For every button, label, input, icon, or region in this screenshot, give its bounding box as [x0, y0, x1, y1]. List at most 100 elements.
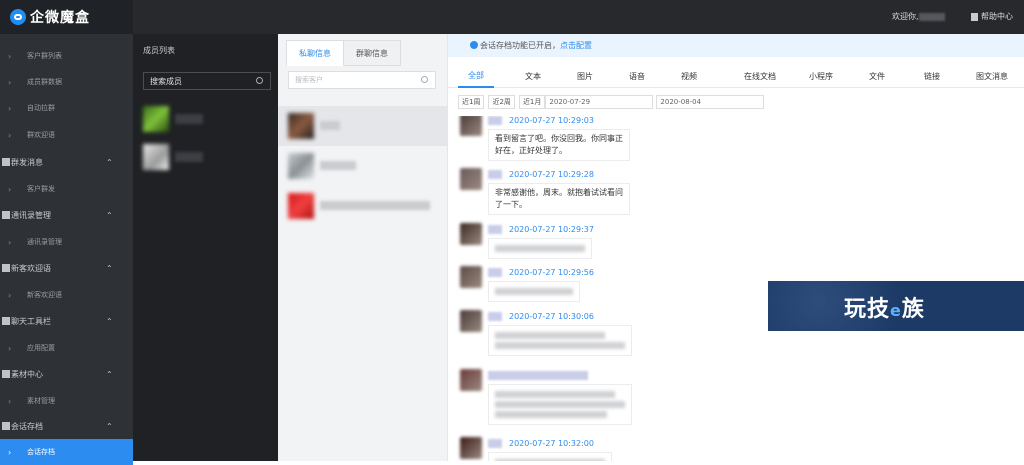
- tab-group-chat[interactable]: 群聊信息: [343, 40, 401, 66]
- brand[interactable]: 企微魔盒: [0, 0, 133, 34]
- watermark-text: 玩技e族: [844, 297, 925, 322]
- chat-name: [320, 121, 340, 130]
- customer-search-input[interactable]: 搜索客户: [288, 71, 436, 89]
- avatar: [460, 223, 482, 245]
- message-bubble: [488, 325, 632, 356]
- range-1-week-button[interactable]: 近1周: [458, 95, 485, 109]
- type-tab-4[interactable]: 视频: [670, 64, 708, 88]
- type-tab-2[interactable]: 图片: [566, 64, 604, 88]
- tab-private-chat[interactable]: 私聊信息: [286, 40, 344, 66]
- sidebar-group-10[interactable]: 聊天工具栏 ⌃: [0, 308, 133, 334]
- avatar: [460, 310, 482, 332]
- brand-name: 企微魔盒: [30, 10, 90, 26]
- redacted-text: [495, 245, 585, 252]
- member-item[interactable]: [143, 106, 271, 132]
- chevron-up-icon: ⌃: [106, 421, 113, 431]
- menu-icon: [2, 422, 10, 430]
- type-tab-5[interactable]: 在线文档: [737, 64, 783, 88]
- avatar: [143, 144, 169, 170]
- sidebar-group-6[interactable]: 通讯录管理 ⌃: [0, 202, 133, 228]
- chat-item[interactable]: [278, 106, 448, 146]
- sidebar-item-13[interactable]: › 素材管理: [0, 388, 133, 414]
- message-bubble: [488, 238, 592, 259]
- sidebar: › 客户群列表 › 成员群数据 › 自动拉群 › 群欢迎语 群发消息 ⌃ › 客户群发 通讯录管理 ⌃ › 通…: [0, 34, 133, 465]
- type-tab-1[interactable]: 文本: [514, 64, 552, 88]
- sidebar-group-8[interactable]: 新客欢迎语 ⌃: [0, 255, 133, 281]
- logo-icon: [10, 9, 26, 25]
- range-2-weeks-button[interactable]: 近2周: [488, 95, 515, 109]
- chevron-right-icon: ›: [8, 447, 12, 457]
- chevron-right-icon: ›: [8, 103, 12, 113]
- type-tab-0[interactable]: 全部: [458, 64, 494, 88]
- message-time: 2020-07-27 10:29:28: [509, 170, 594, 179]
- redacted-text: [495, 288, 573, 295]
- menu-icon: [2, 211, 10, 219]
- archive-notice: 会话存档功能已开启，点击配置: [448, 34, 1024, 57]
- message-bubble: 看到留言了吧。你没回我。你同事正 好在，正好处理了。: [488, 129, 630, 161]
- message-bubble: [488, 452, 612, 461]
- chat-item[interactable]: [278, 146, 448, 186]
- type-tab-8[interactable]: 链接: [913, 64, 951, 88]
- chevron-up-icon: ⌃: [106, 369, 113, 379]
- info-icon: [470, 41, 478, 49]
- menu-icon: [2, 158, 10, 166]
- configure-link[interactable]: 点击配置: [560, 41, 592, 50]
- message-text: 好在，正好处理了。: [495, 146, 567, 155]
- help-center-link[interactable]: 帮助中心: [971, 11, 1013, 22]
- member-item[interactable]: [143, 144, 271, 170]
- chevron-right-icon: ›: [8, 184, 12, 194]
- chat-name: [320, 201, 430, 210]
- chevron-right-icon: ›: [8, 51, 12, 61]
- redacted-text: [495, 332, 605, 339]
- avatar: [460, 168, 482, 190]
- chat-item[interactable]: [278, 186, 448, 226]
- message-time: 2020-07-27 10:29:03: [509, 116, 594, 125]
- sidebar-item-15[interactable]: › 会话存档: [0, 439, 133, 465]
- date-filters: 近1周 近2周 近1月 2020-07-29 2020-08-04: [458, 95, 767, 111]
- message-time: 2020-07-27 10:29:56: [509, 268, 594, 277]
- chevron-up-icon: ⌃: [106, 157, 113, 167]
- message-text: 看到留言了吧。你没回我。你同事正: [495, 134, 623, 143]
- member-panel: 成员列表 搜索成员: [133, 34, 278, 461]
- redacted-text: [495, 342, 625, 349]
- type-tab-3[interactable]: 语音: [618, 64, 656, 88]
- type-tab-9[interactable]: 图文消息: [965, 64, 1019, 88]
- chevron-right-icon: ›: [8, 130, 12, 140]
- sidebar-item-3[interactable]: › 群欢迎语: [0, 122, 133, 148]
- menu-icon: [2, 317, 10, 325]
- avatar: [460, 437, 482, 459]
- member-search-input[interactable]: 搜索成员: [143, 72, 271, 90]
- sender-name: [488, 170, 502, 179]
- sidebar-group-4[interactable]: 群发消息 ⌃: [0, 149, 133, 175]
- menu-icon: [2, 370, 10, 378]
- sidebar-item-11[interactable]: › 应用配置: [0, 335, 133, 361]
- chevron-up-icon: ⌃: [106, 263, 113, 273]
- message-time: 2020-07-27 10:32:00: [509, 439, 594, 448]
- type-tab-6[interactable]: 小程序: [800, 64, 842, 88]
- message-time: 2020-07-27 10:29:37: [509, 225, 594, 234]
- sidebar-group-14[interactable]: 会话存档 ⌃: [0, 413, 133, 439]
- sidebar-item-5[interactable]: › 客户群发: [0, 176, 133, 202]
- avatar: [288, 113, 314, 139]
- sidebar-item-7[interactable]: › 通讯录管理: [0, 229, 133, 255]
- start-date-input[interactable]: 2020-07-29: [545, 95, 654, 109]
- sidebar-item-0[interactable]: › 客户群列表: [0, 43, 133, 69]
- sidebar-item-2[interactable]: › 自动拉群: [0, 95, 133, 121]
- chevron-right-icon: ›: [8, 290, 12, 300]
- message-type-tabs: 全部 文本 图片 语音 视频 在线文档 小程序 文件 链接 图文消息: [448, 64, 1024, 88]
- sender-name: [488, 439, 502, 448]
- sidebar-item-9[interactable]: › 新客欢迎语: [0, 282, 133, 308]
- sender-name: [488, 225, 502, 234]
- avatar: [460, 266, 482, 288]
- chevron-right-icon: ›: [8, 343, 12, 353]
- sidebar-group-12[interactable]: 素材中心 ⌃: [0, 361, 133, 387]
- redacted-text: [495, 411, 607, 418]
- type-tab-7[interactable]: 文件: [858, 64, 896, 88]
- menu-icon: [2, 264, 10, 272]
- chat-tabs: 私聊信息 群聊信息: [286, 40, 401, 66]
- sidebar-item-1[interactable]: › 成员群数据: [0, 69, 133, 95]
- range-1-month-button[interactable]: 近1月: [518, 95, 546, 109]
- notice-text: 会话存档功能已开启，: [480, 41, 560, 50]
- message-bubble: [488, 384, 632, 425]
- end-date-input[interactable]: 2020-08-04: [656, 95, 765, 109]
